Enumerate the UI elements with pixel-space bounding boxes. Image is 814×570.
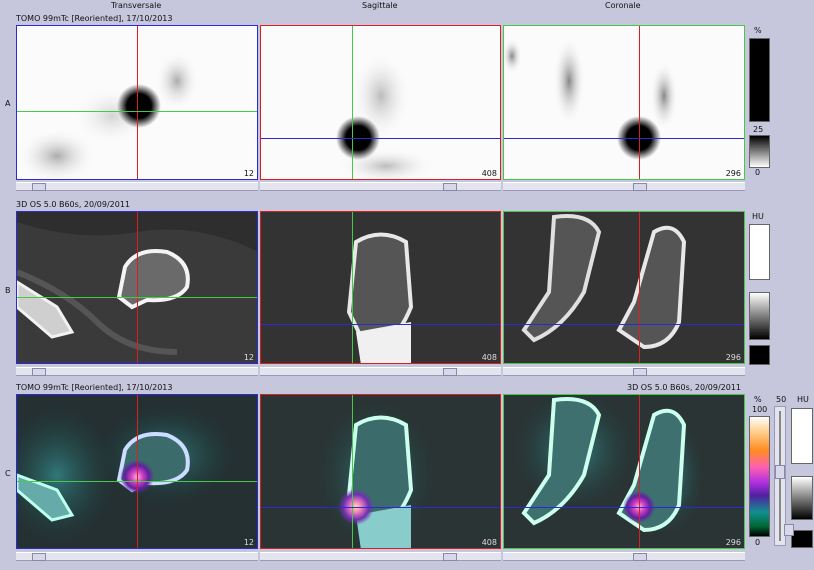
- crosshair-vertical[interactable]: [639, 395, 640, 548]
- scale-mid-a: 25: [753, 125, 764, 134]
- blend-slider-thumb[interactable]: [775, 465, 785, 479]
- slice-slider-c-sagittal[interactable]: [260, 552, 501, 561]
- colorbar-c-hu-bottom: [791, 530, 813, 548]
- viewport-b-transversal[interactable]: 12: [16, 211, 258, 364]
- colorbar-b-bottom: [749, 345, 770, 365]
- series-label-c-right: 3D OS 5.0 B60s, 20/09/2011: [627, 383, 742, 392]
- slice-slider-a-transversal[interactable]: [16, 182, 258, 191]
- slider-thumb[interactable]: [32, 553, 46, 561]
- colorbar-b-top: [749, 224, 770, 280]
- scale-min-a: 0: [755, 168, 761, 177]
- spect-coronal-image: [504, 36, 678, 160]
- viewport-c-sagittal[interactable]: 408: [260, 394, 501, 549]
- crosshair-horizontal[interactable]: [504, 324, 744, 325]
- viewport-a-sagittal[interactable]: 408: [260, 25, 501, 180]
- colorbar-c-hu-mid: [791, 476, 813, 520]
- scale-unit-a: %: [754, 26, 762, 35]
- scale-unit-c: %: [754, 395, 762, 404]
- hu-unit-c: HU: [797, 395, 809, 404]
- crosshair-horizontal[interactable]: [17, 111, 257, 112]
- ct-coronal-image: [504, 212, 744, 363]
- ct-sagittal-image: [261, 212, 500, 363]
- scale-unit-b: HU: [752, 212, 764, 221]
- viewport-a-transversal[interactable]: 12: [16, 25, 258, 180]
- row-label-c: C: [5, 469, 11, 478]
- slice-slider-a-coronal[interactable]: [503, 182, 745, 191]
- slice-slider-b-transversal[interactable]: [16, 367, 258, 376]
- crosshair-vertical[interactable]: [352, 395, 353, 548]
- slider-thumb[interactable]: [443, 553, 457, 561]
- crosshair-horizontal[interactable]: [504, 138, 744, 139]
- header-transversal: Transversale: [111, 1, 162, 10]
- slice-number: 296: [725, 169, 741, 178]
- fusion-sagittal-image: [261, 395, 500, 548]
- colorbar-c-fusion: [749, 416, 770, 537]
- slider-thumb[interactable]: [32, 368, 46, 376]
- crosshair-horizontal[interactable]: [17, 481, 257, 482]
- crosshair-horizontal[interactable]: [261, 507, 500, 508]
- crosshair-vertical[interactable]: [137, 212, 138, 363]
- slice-slider-a-sagittal[interactable]: [260, 182, 501, 191]
- colorbar-b-mid: [749, 292, 770, 340]
- slice-number: 408: [481, 538, 497, 547]
- crosshair-vertical[interactable]: [352, 212, 353, 363]
- slider-thumb[interactable]: [633, 183, 647, 191]
- spect-sagittal-image: [336, 51, 436, 179]
- slider-thumb[interactable]: [633, 368, 647, 376]
- crosshair-vertical[interactable]: [352, 26, 353, 179]
- viewport-a-coronal[interactable]: 296: [503, 25, 745, 180]
- crosshair-vertical[interactable]: [639, 26, 640, 179]
- row-label-b: B: [5, 286, 11, 295]
- window-value: 50: [776, 395, 787, 404]
- series-label-b: 3D OS 5.0 B60s, 20/09/2011: [16, 200, 131, 209]
- slice-slider-c-coronal[interactable]: [503, 552, 745, 561]
- slice-number: 12: [243, 353, 254, 362]
- slider-thumb[interactable]: [633, 553, 647, 561]
- slice-number: 408: [481, 353, 497, 362]
- fusion-coronal-image: [504, 395, 744, 548]
- scale-min-c: 0: [755, 538, 761, 547]
- colorbar-a-top: [749, 38, 770, 122]
- slice-slider-c-transversal[interactable]: [16, 552, 258, 561]
- series-label-c-left: TOMO 99mTc [Reoriented], 17/10/2013: [16, 383, 173, 392]
- header-coronal: Coronale: [605, 1, 641, 10]
- colorbar-c-hu-top: [791, 408, 813, 464]
- scale-max-c: 100: [752, 405, 768, 414]
- slice-number: 296: [725, 538, 741, 547]
- colorbar-a-bottom: [749, 135, 770, 168]
- slice-number: 12: [243, 169, 254, 178]
- crosshair-horizontal[interactable]: [504, 507, 744, 508]
- viewport-c-transversal[interactable]: 12: [16, 394, 258, 549]
- crosshair-horizontal[interactable]: [17, 297, 257, 298]
- slider-thumb[interactable]: [443, 368, 457, 376]
- viewport-b-coronal[interactable]: 296: [503, 211, 745, 364]
- viewport-c-coronal[interactable]: 296: [503, 394, 745, 549]
- slice-slider-b-coronal[interactable]: [503, 367, 745, 376]
- slice-number: 296: [725, 353, 741, 362]
- crosshair-vertical[interactable]: [639, 212, 640, 363]
- slice-number: 12: [243, 538, 254, 547]
- row-label-a: A: [5, 99, 11, 108]
- header-sagittal: Sagittale: [362, 1, 398, 10]
- slider-thumb[interactable]: [32, 183, 46, 191]
- crosshair-vertical[interactable]: [137, 26, 138, 179]
- viewport-b-sagittal[interactable]: 408: [260, 211, 501, 364]
- crosshair-vertical[interactable]: [137, 395, 138, 548]
- slice-number: 408: [481, 169, 497, 178]
- crosshair-horizontal[interactable]: [261, 324, 500, 325]
- series-label-a: TOMO 99mTc [Reoriented], 17/10/2013: [16, 14, 173, 23]
- hu-slider-thumb[interactable]: [784, 524, 794, 536]
- crosshair-horizontal[interactable]: [261, 138, 500, 139]
- slider-thumb[interactable]: [443, 183, 457, 191]
- slice-slider-b-sagittal[interactable]: [260, 367, 501, 376]
